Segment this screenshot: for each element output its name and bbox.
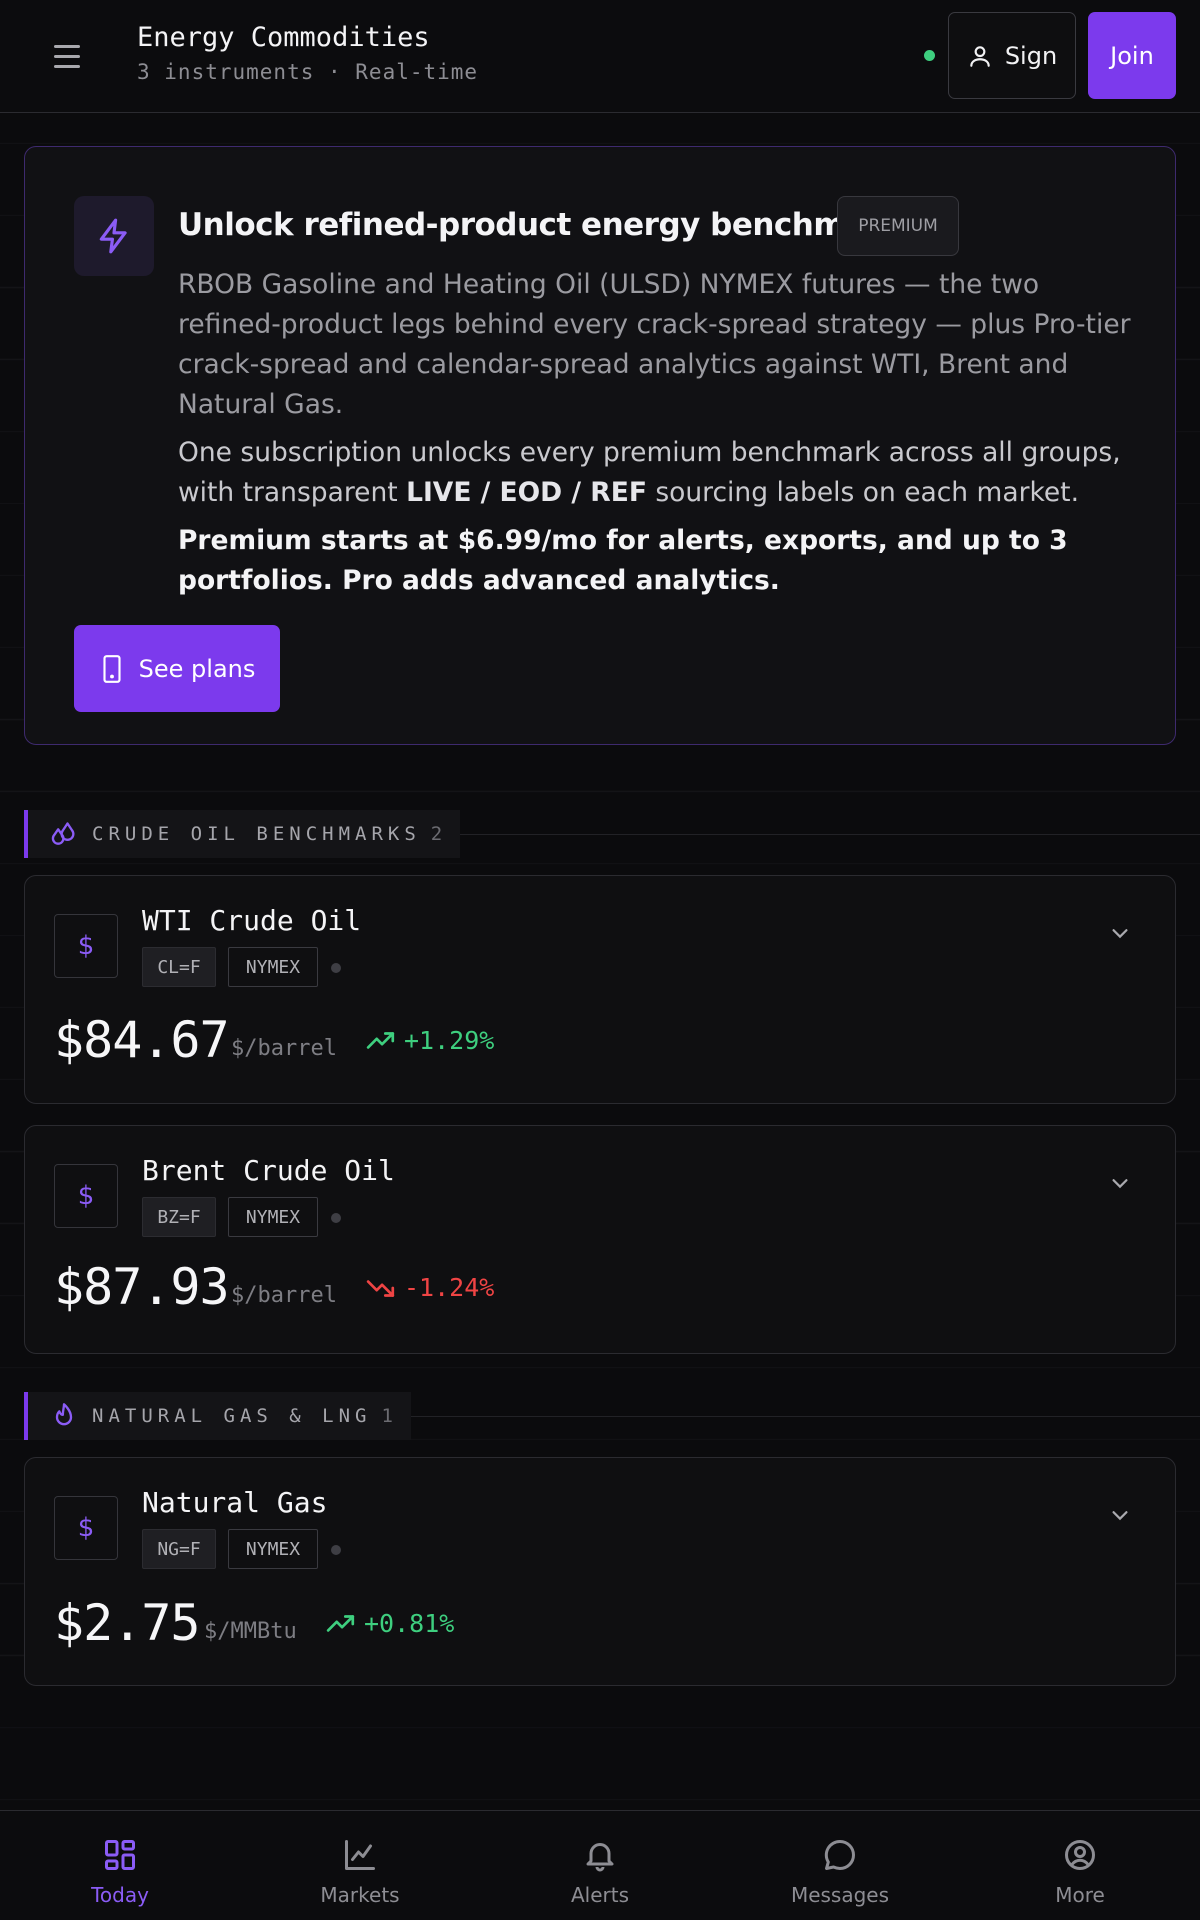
nav-item-today[interactable]: Today xyxy=(0,1811,240,1920)
bell-icon xyxy=(586,1843,614,1872)
symbol-tag: BZ=F xyxy=(142,1197,216,1237)
message-icon xyxy=(824,1839,855,1870)
price-unit: $/MMBtu xyxy=(204,1619,297,1644)
flame-icon xyxy=(55,1403,73,1426)
trend-up-icon xyxy=(366,1031,395,1049)
price-change: -1.24% xyxy=(366,1273,494,1302)
nav-label: Markets xyxy=(320,1883,400,1907)
trend-up-icon xyxy=(326,1614,355,1632)
nav-label: Today xyxy=(91,1883,149,1907)
sign-in-button[interactable]: Sign xyxy=(948,12,1076,99)
nav-label: Messages xyxy=(790,1883,890,1907)
nav-item-messages[interactable]: Messages xyxy=(720,1811,960,1920)
lightning-icon xyxy=(74,196,154,276)
nav-item-more[interactable]: More xyxy=(960,1811,1200,1920)
price-unit: $/barrel xyxy=(231,1283,337,1308)
nav-item-markets[interactable]: Markets xyxy=(240,1811,480,1920)
price: $2.75 xyxy=(54,1594,201,1652)
price-change: +0.81% xyxy=(326,1609,454,1638)
section-header-natural-gas: NATURAL GAS & LNG 1 xyxy=(24,1392,411,1440)
section-header-crude-oil: CRUDE OIL BENCHMARKS 2 xyxy=(24,810,461,858)
instrument-card-wti[interactable]: $ WTI Crude Oil CL=F NYMEX $84.67 $/barr… xyxy=(24,875,1176,1104)
droplets-icon xyxy=(51,822,75,845)
sourcing-labels: LIVE / EOD / REF xyxy=(406,477,647,508)
premium-promo-card: Unlock refined-product energy benchmarks… xyxy=(24,146,1176,745)
change-value: -1.24% xyxy=(404,1273,495,1302)
symbol-tag: NG=F xyxy=(142,1529,216,1569)
promo-pricing-note: Premium starts at $6.99/mo for alerts, e… xyxy=(178,525,1068,596)
dollar-icon: $ xyxy=(54,914,118,978)
price-unit: $/barrel xyxy=(231,1036,337,1061)
exchange-tag: NYMEX xyxy=(228,1197,318,1237)
promo-description: RBOB Gasoline and Heating Oil (ULSD) NYM… xyxy=(178,269,1131,420)
menu-icon[interactable] xyxy=(48,38,88,74)
exchange-tag: NYMEX xyxy=(228,1529,318,1569)
user-icon xyxy=(970,45,990,67)
instrument-name: WTI Crude Oil xyxy=(142,904,362,937)
chevron-down-icon[interactable] xyxy=(1109,922,1131,944)
page-title: Energy Commodities xyxy=(137,22,430,53)
chevron-down-icon[interactable] xyxy=(1109,1172,1131,1194)
trend-down-icon xyxy=(366,1279,395,1297)
nav-item-alerts[interactable]: Alerts xyxy=(480,1811,720,1920)
section-count: 1 xyxy=(381,1405,393,1427)
status-dot xyxy=(331,963,341,973)
join-button[interactable]: Join xyxy=(1088,12,1176,99)
live-status-dot xyxy=(924,50,935,61)
promo-title: Unlock refined-product energy benchmarks xyxy=(178,207,919,243)
chevron-down-icon[interactable] xyxy=(1109,1504,1131,1526)
profile-icon xyxy=(1065,1840,1095,1870)
change-value: +0.81% xyxy=(364,1609,455,1638)
instrument-name: Natural Gas xyxy=(142,1486,328,1519)
instrument-name: Brent Crude Oil xyxy=(142,1154,395,1187)
bottom-navigation: Today Markets Alerts Messages More xyxy=(0,1810,1200,1920)
status-dot xyxy=(331,1545,341,1555)
section-label: CRUDE OIL BENCHMARKS xyxy=(92,823,421,845)
see-plans-button[interactable]: See plans xyxy=(74,625,280,712)
price: $87.93 xyxy=(54,1258,230,1316)
promo-subscription-note: One subscription unlocks every premium b… xyxy=(178,437,1121,508)
page-subtitle: 3 instruments · Real-time xyxy=(137,60,479,84)
dollar-icon: $ xyxy=(54,1164,118,1228)
see-plans-label: See plans xyxy=(138,654,256,683)
nav-label: Alerts xyxy=(570,1883,630,1907)
nav-label: More xyxy=(1055,1883,1105,1907)
symbol-tag: CL=F xyxy=(142,947,216,987)
status-dot xyxy=(331,1213,341,1223)
instrument-card-brent[interactable]: $ Brent Crude Oil BZ=F NYMEX $87.93 $/ba… xyxy=(24,1125,1176,1354)
price: $84.67 xyxy=(54,1011,230,1069)
price-change: +1.29% xyxy=(366,1026,494,1055)
app-header: Energy Commodities 3 instruments · Real-… xyxy=(0,0,1200,113)
phone-icon xyxy=(103,654,121,683)
section-label: NATURAL GAS & LNG xyxy=(92,1405,372,1427)
section-count: 2 xyxy=(430,823,443,845)
dashboard-icon xyxy=(105,1840,135,1870)
exchange-tag: NYMEX xyxy=(228,947,318,987)
sign-in-label: Sign xyxy=(1004,41,1058,70)
dollar-icon: $ xyxy=(54,1496,118,1560)
change-value: +1.29% xyxy=(404,1026,495,1055)
premium-badge: PREMIUM xyxy=(837,196,959,256)
instrument-card-natural-gas[interactable]: $ Natural Gas NG=F NYMEX $2.75 $/MMBtu +… xyxy=(24,1457,1176,1686)
chart-icon xyxy=(345,1840,375,1870)
